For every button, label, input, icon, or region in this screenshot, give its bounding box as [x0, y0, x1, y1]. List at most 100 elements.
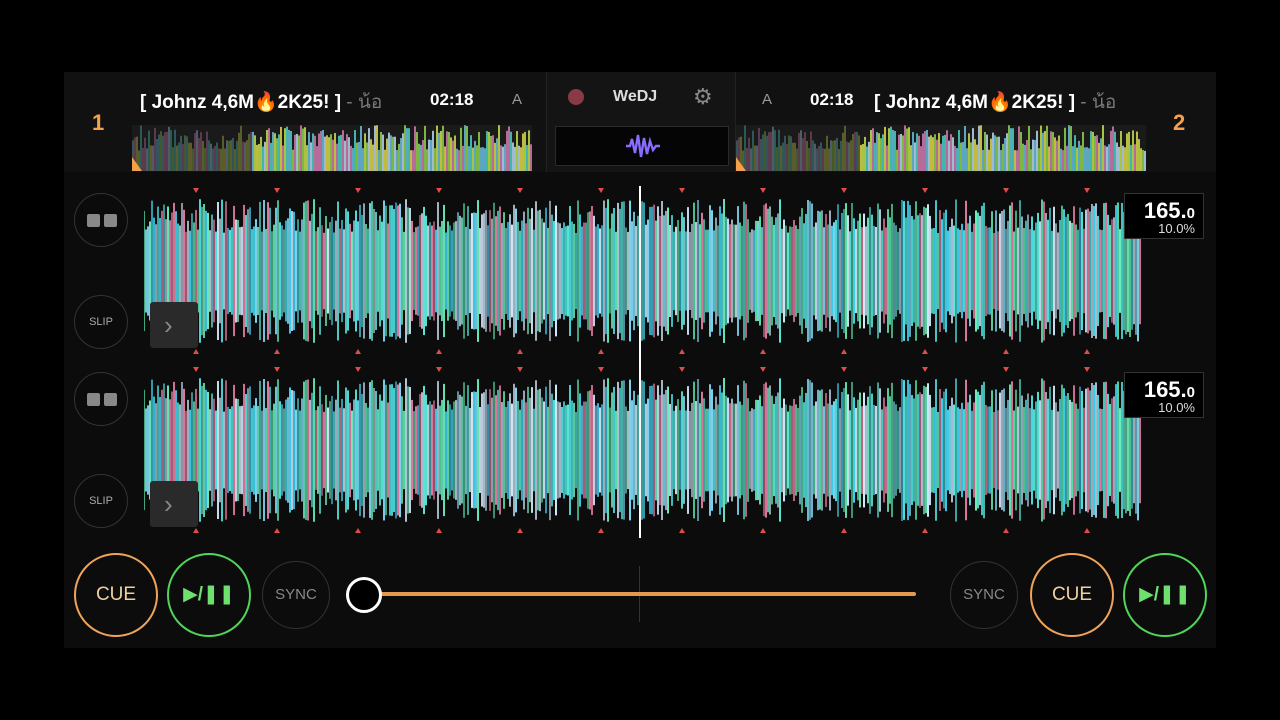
- overview-bar: [1140, 148, 1142, 171]
- overview-bar: [312, 133, 314, 171]
- overview-bar: [398, 143, 400, 171]
- overview-bar: [428, 139, 430, 171]
- overview-bar: [1066, 145, 1068, 171]
- overview-bar: [418, 143, 420, 171]
- overview-bar: [142, 147, 144, 171]
- overview-bar: [830, 140, 832, 171]
- overview-bar: [936, 139, 938, 171]
- overview-bar: [392, 136, 394, 171]
- overview-bar: [746, 147, 748, 171]
- gear-icon[interactable]: ⚙: [693, 84, 713, 110]
- overview-bar: [1076, 147, 1078, 171]
- overview-bar: [498, 125, 500, 171]
- overview-bar: [1130, 145, 1132, 171]
- deck-2-loop-button[interactable]: [74, 372, 128, 426]
- deck-2-next-button[interactable]: ›: [150, 481, 198, 527]
- beat-marker: [841, 367, 847, 372]
- overview-bar: [430, 140, 432, 171]
- deck-2-sync-button[interactable]: SYNC: [950, 561, 1018, 629]
- overview-bar: [972, 128, 974, 171]
- overview-bar: [246, 140, 248, 171]
- overview-bar: [1134, 144, 1136, 171]
- overview-bar: [292, 149, 294, 171]
- overview-bar: [380, 131, 382, 171]
- deck-1-cue-button[interactable]: CUE: [74, 553, 158, 637]
- overview-bar: [272, 132, 274, 171]
- deck-1-play-pause-button[interactable]: ▶/❚❚: [167, 553, 251, 637]
- deck-2-cue-button[interactable]: CUE: [1030, 553, 1114, 637]
- overview-bar: [1022, 143, 1024, 171]
- overview-bar: [238, 132, 240, 171]
- overview-bar: [178, 142, 180, 171]
- overview-bar: [510, 131, 512, 171]
- overview-bar: [818, 145, 820, 171]
- overview-bar: [996, 136, 998, 171]
- deck-2-overview-waveform[interactable]: [736, 125, 1146, 171]
- overview-bar: [1072, 146, 1074, 171]
- beat-marker: [760, 349, 766, 354]
- wedj-app: 1 [ Johnz 4,6M🔥2K25! ] - น้อ 02:18 A WeD…: [64, 72, 1216, 648]
- overview-bar: [1090, 131, 1092, 171]
- deck-1-bpm-display[interactable]: 165.0 10.0%: [1124, 193, 1204, 239]
- deck-2-mode-toggle[interactable]: A: [762, 91, 772, 108]
- overview-bar: [478, 131, 480, 171]
- overview-bar: [404, 125, 406, 171]
- overview-bar: [1000, 150, 1002, 171]
- overview-bar: [758, 127, 760, 171]
- overview-bar: [940, 143, 942, 171]
- deck-2-slip-button[interactable]: SLIP: [74, 474, 128, 528]
- overview-bar: [1008, 125, 1010, 171]
- overview-bar: [192, 148, 194, 171]
- overview-bar: [968, 133, 970, 171]
- deck-2-bpm-display[interactable]: 165.0 10.0%: [1124, 372, 1204, 418]
- overview-bar: [948, 140, 950, 171]
- overview-bar: [782, 142, 784, 171]
- deck-2-slip-label: SLIP: [89, 495, 113, 507]
- crossfader-knob[interactable]: [346, 577, 382, 613]
- overview-bar: [898, 134, 900, 171]
- deck-1-sync-button[interactable]: SYNC: [262, 561, 330, 629]
- deck-2-play-pause-button[interactable]: ▶/❚❚: [1123, 553, 1207, 637]
- overview-bar: [1100, 138, 1102, 171]
- waveform-view-button[interactable]: [555, 126, 729, 166]
- deck-2-track-title[interactable]: [ Johnz 4,6M🔥2K25! ] - น้อ: [874, 87, 1138, 117]
- beat-marker: [436, 349, 442, 354]
- overview-bar: [980, 125, 982, 171]
- overview-bar: [796, 148, 798, 171]
- deck-1-overview-waveform[interactable]: [132, 125, 532, 171]
- overview-bar: [328, 137, 330, 171]
- overview-bar: [952, 137, 954, 171]
- deck-2-title-text: [ Johnz 4,6M🔥2K25! ]: [874, 92, 1076, 113]
- overview-bar: [806, 141, 808, 171]
- deck-1-loop-button[interactable]: [74, 193, 128, 247]
- overview-bar: [1030, 149, 1032, 171]
- overview-bar: [528, 130, 530, 171]
- deck-1-track-title[interactable]: [ Johnz 4,6M🔥2K25! ] - น้อ: [140, 87, 404, 117]
- overview-bar: [288, 129, 290, 171]
- crossfader-track[interactable]: [364, 592, 916, 596]
- overview-bar: [1012, 128, 1014, 171]
- beat-marker: [922, 188, 928, 193]
- overview-bar: [372, 144, 374, 171]
- overview-bar: [420, 144, 422, 171]
- overview-bar: [208, 140, 210, 171]
- deck-1-mode-toggle[interactable]: A: [512, 91, 522, 108]
- overview-bar: [1088, 148, 1090, 171]
- overview-bar: [348, 137, 350, 171]
- record-icon[interactable]: [568, 89, 584, 105]
- deck-2-waveform[interactable]: [143, 365, 1142, 535]
- overview-bar: [864, 136, 866, 171]
- deck-1-slip-button[interactable]: SLIP: [74, 295, 128, 349]
- overview-bar: [432, 130, 434, 171]
- deck-1-waveform[interactable]: [143, 186, 1142, 356]
- overview-bar: [1108, 144, 1110, 171]
- deck-1-next-button[interactable]: ›: [150, 302, 198, 348]
- overview-bar: [458, 150, 460, 171]
- overview-bar: [1014, 150, 1016, 171]
- overview-bar: [358, 142, 360, 171]
- overview-bar: [196, 130, 198, 171]
- overview-bar: [400, 138, 402, 171]
- overview-bar: [256, 144, 258, 171]
- overview-bar: [454, 135, 456, 171]
- overview-bar: [906, 128, 908, 171]
